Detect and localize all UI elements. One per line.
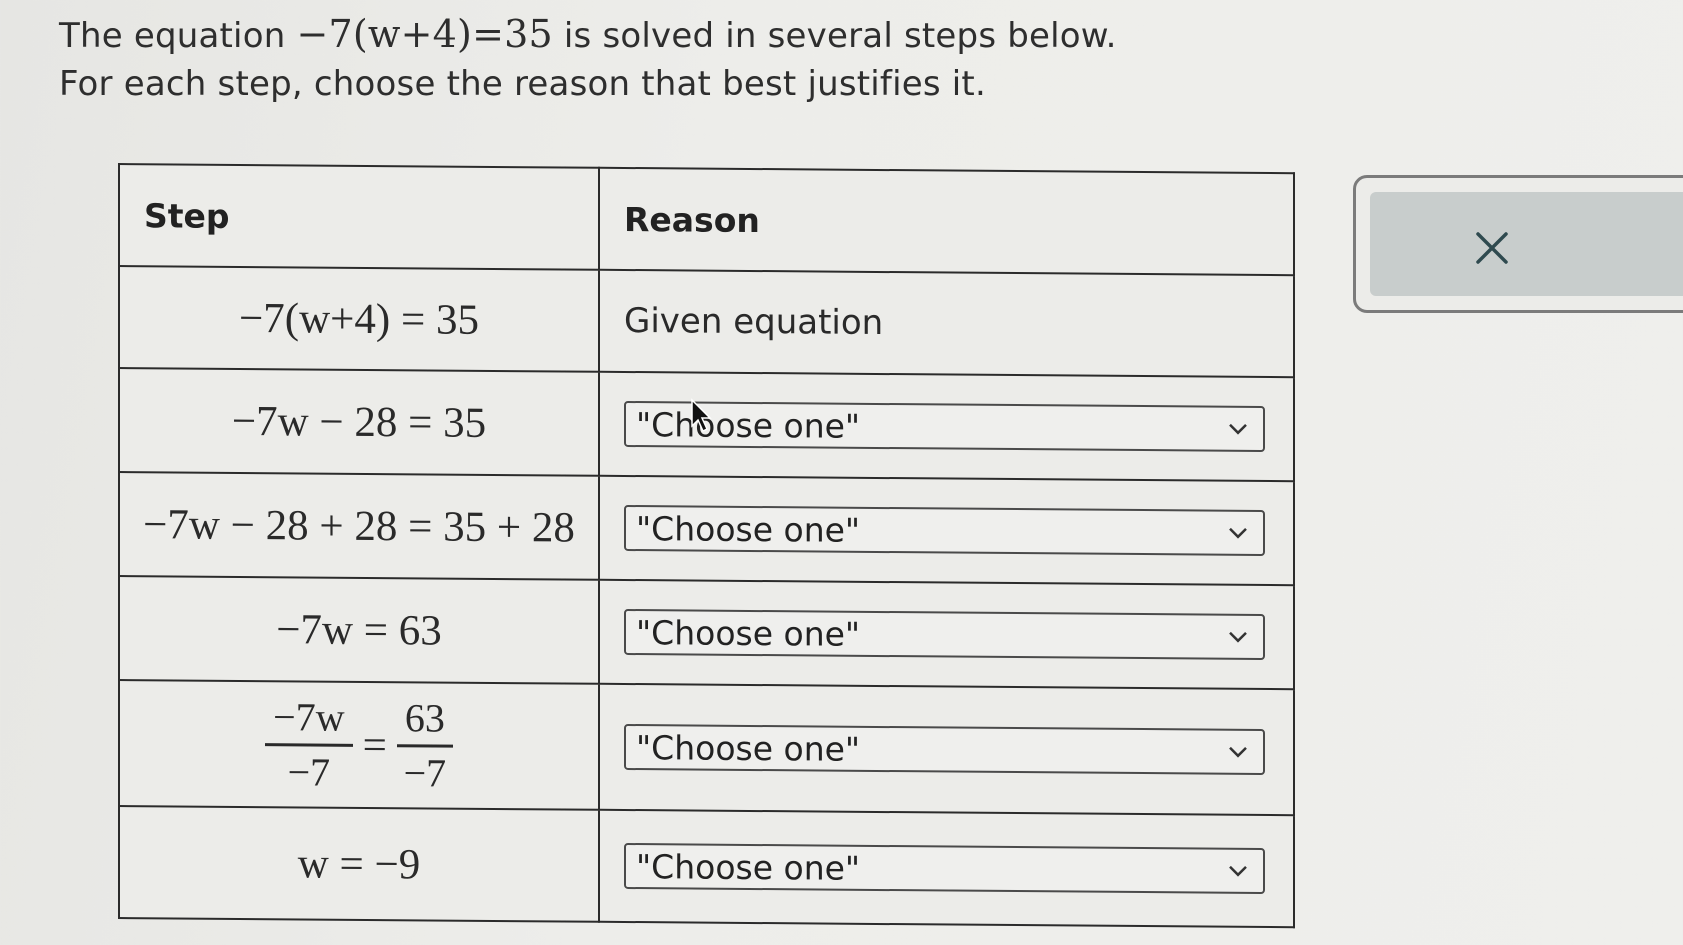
reason-select[interactable]: "Choose one" [624, 842, 1265, 895]
reason-given: Given equation [599, 269, 1294, 378]
reason-cell: "Choose one" [599, 371, 1294, 482]
instructions-text: is solved in several steps below. [552, 16, 1117, 56]
table-row: −7w − 28 = 35 "Choose one" [119, 368, 1294, 482]
chevron-down-icon [1229, 423, 1247, 435]
select-value: "Choose one" [636, 612, 861, 654]
denominator: −7 [403, 749, 447, 796]
instructions-line-2: For each step, choose the reason that be… [59, 64, 986, 104]
reason-select[interactable]: "Choose one" [624, 723, 1265, 776]
reason-select[interactable]: "Choose one" [624, 400, 1265, 453]
reason-cell: "Choose one" [599, 809, 1294, 928]
steps-table: Step Reason −7(w+4) = 35 Given equation … [118, 163, 1295, 929]
chevron-down-icon [1229, 631, 1247, 643]
step-cell: −7w = 63 [119, 576, 599, 684]
reason-select[interactable]: "Choose one" [624, 504, 1265, 557]
table-row: w = −9 "Choose one" [119, 806, 1294, 928]
reason-cell: "Choose one" [599, 579, 1294, 690]
step-cell: −7w − 28 + 28 = 35 + 28 [119, 472, 599, 580]
instructions-text: The equation [59, 16, 297, 56]
table-row: −7(w+4) = 35 Given equation [119, 266, 1294, 378]
equals-sign: = [362, 721, 387, 769]
reason-select[interactable]: "Choose one" [624, 608, 1265, 661]
numerator: 63 [396, 691, 453, 748]
select-value: "Choose one" [636, 846, 861, 888]
step-cell: −7(w+4) = 35 [119, 266, 599, 372]
chevron-down-icon [1229, 527, 1247, 539]
select-value: "Choose one" [636, 404, 861, 446]
instructions-line-1: The equation −7(w+4)=35 is solved in sev… [59, 10, 1117, 60]
reason-cell: "Choose one" [599, 683, 1294, 816]
table-row: −7w −7 = 63 −7 "Choose one" [119, 680, 1294, 816]
table-row: −7w = 63 "Choose one" [119, 576, 1294, 690]
step-cell: −7w − 28 = 35 [119, 368, 599, 476]
numerator: −7w [265, 690, 353, 747]
fraction-right: 63 −7 [396, 691, 453, 799]
answer-actions-panel [1353, 175, 1683, 313]
step-cell: w = −9 [119, 806, 599, 922]
step-cell: −7w −7 = 63 −7 [119, 680, 599, 810]
header-step: Step [119, 164, 599, 270]
close-x-icon[interactable] [1470, 226, 1514, 270]
select-value: "Choose one" [636, 508, 861, 550]
chevron-down-icon [1229, 865, 1247, 877]
table-row: −7w − 28 + 28 = 35 + 28 "Choose one" [119, 472, 1294, 586]
answer-actions-bar [1370, 192, 1683, 296]
fraction-left: −7w −7 [265, 690, 353, 799]
reason-cell: "Choose one" [599, 475, 1294, 586]
given-equation: −7(w+4)=35 [296, 12, 553, 56]
header-reason: Reason [599, 167, 1294, 276]
denominator: −7 [287, 748, 331, 795]
table-header-row: Step Reason [119, 164, 1294, 276]
select-value: "Choose one" [636, 727, 861, 769]
instructions: The equation −7(w+4)=35 is solved in sev… [59, 10, 1117, 108]
chevron-down-icon [1229, 746, 1247, 758]
fraction-equation: −7w −7 = 63 −7 [265, 690, 453, 799]
